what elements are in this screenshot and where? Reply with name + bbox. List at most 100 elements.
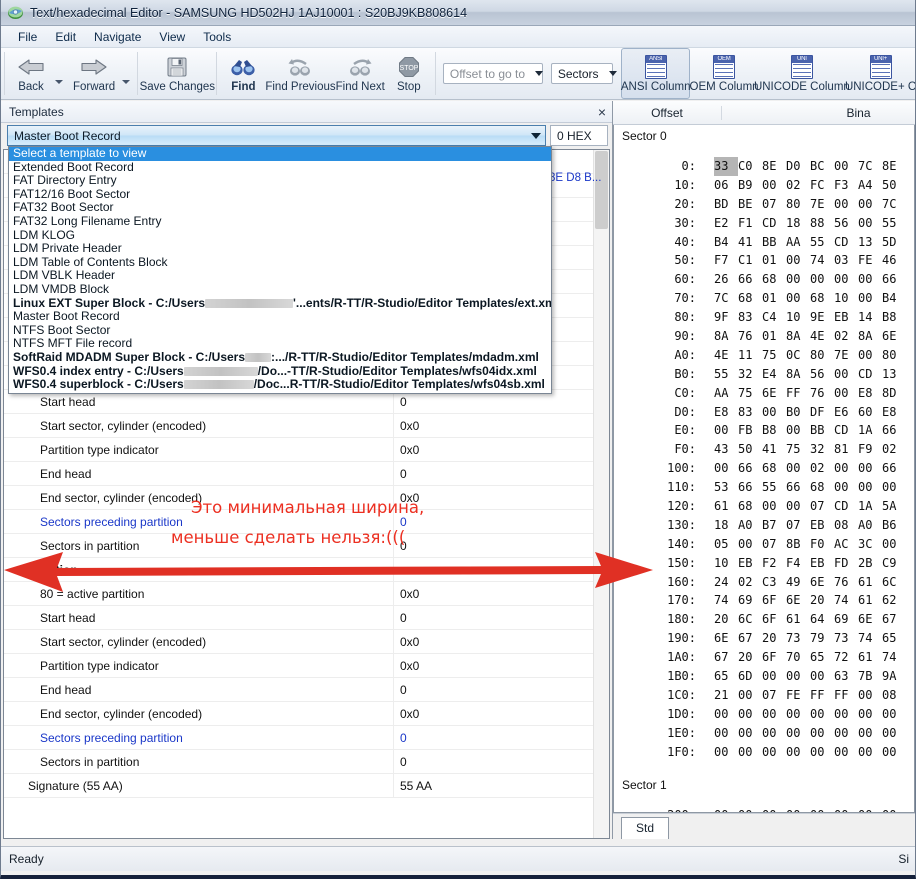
hex-header-binary[interactable]: Bina xyxy=(722,106,915,120)
hex-byte[interactable]: 55 xyxy=(714,365,738,384)
hex-byte[interactable]: 00 xyxy=(714,705,738,724)
hex-byte[interactable]: 68 xyxy=(762,270,786,289)
hex-line[interactable]: 190: 6E 67 20 73 79 73 74 65 xyxy=(614,629,914,648)
table-row[interactable]: 80 = active partition 0x0 xyxy=(4,582,593,606)
hex-byte[interactable]: B4 xyxy=(714,233,738,252)
field-value-cell[interactable]: 0x0 xyxy=(394,419,419,433)
hex-byte[interactable]: 74 xyxy=(834,591,858,610)
hex-byte[interactable]: A0 xyxy=(858,516,882,535)
menu-navigate[interactable]: Navigate xyxy=(85,28,150,46)
hex-byte[interactable]: 79 xyxy=(810,629,834,648)
hex-byte[interactable]: 9A xyxy=(882,667,906,686)
hex-line[interactable]: 170: 74 69 6F 6E 20 74 61 62 xyxy=(614,591,914,610)
dropdown-item[interactable]: FAT Directory Entry xyxy=(9,174,551,188)
hex-byte[interactable]: F1 xyxy=(738,214,762,233)
hex-byte[interactable]: 14 xyxy=(858,308,882,327)
hex-byte[interactable]: 02 xyxy=(834,327,858,346)
hex-byte[interactable]: 1A xyxy=(858,497,882,516)
hex-byte[interactable]: 60 xyxy=(858,403,882,422)
hex-byte[interactable]: 65 xyxy=(882,629,906,648)
field-value-cell[interactable]: 0 xyxy=(394,755,407,769)
hex-byte[interactable]: 81 xyxy=(834,440,858,459)
hex-byte[interactable]: CD xyxy=(834,421,858,440)
hex-byte[interactable]: B0 xyxy=(786,403,810,422)
hex-byte[interactable]: BD xyxy=(714,195,738,214)
hex-byte[interactable]: 66 xyxy=(882,421,906,440)
hex-byte[interactable]: 00 xyxy=(882,806,906,813)
hex-byte[interactable]: 02 xyxy=(810,459,834,478)
dropdown-item[interactable]: LDM Private Header xyxy=(9,242,551,256)
hex-line[interactable]: 40: B4 41 BB AA 55 CD 13 5D xyxy=(614,233,914,252)
hex-byte[interactable]: 00 xyxy=(834,478,858,497)
hex-byte[interactable]: 73 xyxy=(834,629,858,648)
hex-byte[interactable]: 00 xyxy=(858,459,882,478)
offset-hex-field[interactable]: 0 HEX xyxy=(550,125,608,146)
field-value-cell[interactable]: 0x0 xyxy=(394,635,419,649)
hex-line[interactable]: 30: E2 F1 CD 18 88 56 00 55 xyxy=(614,214,914,233)
hex-byte[interactable]: 00 xyxy=(762,176,786,195)
hex-byte[interactable]: 80 xyxy=(882,346,906,365)
hex-byte[interactable]: FE xyxy=(858,251,882,270)
table-row[interactable]: Start head 0 xyxy=(4,606,593,630)
hex-byte[interactable]: E4 xyxy=(762,365,786,384)
hex-byte[interactable]: 3C xyxy=(858,535,882,554)
field-value-cell[interactable]: 0 xyxy=(394,395,407,409)
dropdown-item[interactable]: NTFS MFT File record xyxy=(9,337,551,351)
hex-byte[interactable]: 8A xyxy=(786,365,810,384)
menu-file[interactable]: File xyxy=(9,28,46,46)
hex-byte[interactable]: 00 xyxy=(786,459,810,478)
hex-byte[interactable]: E6 xyxy=(834,403,858,422)
hex-byte[interactable]: 88 xyxy=(810,214,834,233)
close-icon[interactable]: × xyxy=(598,105,606,119)
table-row[interactable]: Start sector, cylinder (encoded) 0x0 xyxy=(4,414,593,438)
table-row[interactable]: End head 0 xyxy=(4,462,593,486)
hex-byte[interactable]: 68 xyxy=(762,459,786,478)
hex-line[interactable]: 160: 24 02 C3 49 6E 76 61 6C xyxy=(614,573,914,592)
hex-byte[interactable]: 26 xyxy=(714,270,738,289)
hex-byte[interactable]: 00 xyxy=(786,497,810,516)
expand-triangle-icon[interactable] xyxy=(15,564,26,575)
hex-line[interactable]: B0: 55 32 E4 8A 56 00 CD 13 xyxy=(614,365,914,384)
table-row[interactable]: Signature (55 AA) 55 AA xyxy=(4,774,593,798)
hex-byte[interactable]: 01 xyxy=(762,289,786,308)
hex-byte[interactable]: 21 xyxy=(714,686,738,705)
hex-byte[interactable]: 68 xyxy=(810,478,834,497)
hex-byte[interactable]: 00 xyxy=(882,705,906,724)
hex-line[interactable]: 130: 18 A0 B7 07 EB 08 A0 B6 xyxy=(614,516,914,535)
hex-byte[interactable]: 9F xyxy=(714,308,738,327)
hex-byte[interactable]: FC xyxy=(810,176,834,195)
table-row[interactable]: End head 0 xyxy=(4,678,593,702)
hex-byte[interactable]: 00 xyxy=(834,743,858,762)
hex-byte[interactable]: 10 xyxy=(786,308,810,327)
hex-byte[interactable]: 66 xyxy=(786,478,810,497)
dropdown-item[interactable]: LDM VMDB Block xyxy=(9,283,551,297)
hex-byte[interactable]: 00 xyxy=(858,724,882,743)
hex-byte[interactable]: 05 xyxy=(714,535,738,554)
back-split-button[interactable]: Back xyxy=(8,48,67,99)
hex-byte[interactable]: 7B xyxy=(858,667,882,686)
field-value-cell[interactable]: 0 xyxy=(394,683,407,697)
hex-byte[interactable]: 6E xyxy=(858,610,882,629)
hex-byte[interactable]: 00 xyxy=(858,346,882,365)
hex-byte[interactable]: 00 xyxy=(858,214,882,233)
hex-byte[interactable]: 61 xyxy=(858,591,882,610)
hex-byte[interactable]: 00 xyxy=(858,705,882,724)
hex-byte[interactable]: F4 xyxy=(786,554,810,573)
hex-byte[interactable]: 00 xyxy=(858,686,882,705)
hex-byte[interactable]: 00 xyxy=(858,743,882,762)
hex-byte[interactable]: 00 xyxy=(738,705,762,724)
hex-byte[interactable]: E8 xyxy=(858,384,882,403)
hex-byte[interactable]: EB xyxy=(810,554,834,573)
hex-byte[interactable]: D0 xyxy=(786,157,810,176)
hex-byte[interactable]: E2 xyxy=(714,214,738,233)
hex-byte[interactable]: 07 xyxy=(810,497,834,516)
hex-byte[interactable]: 56 xyxy=(810,365,834,384)
hex-byte[interactable]: 61 xyxy=(858,648,882,667)
hex-byte[interactable]: 75 xyxy=(786,440,810,459)
hex-byte[interactable]: F0 xyxy=(810,535,834,554)
hex-byte[interactable]: 6D xyxy=(738,667,762,686)
hex-byte[interactable]: 18 xyxy=(786,214,810,233)
hex-byte[interactable]: 55 xyxy=(810,233,834,252)
hex-byte[interactable]: 1A xyxy=(858,421,882,440)
dropdown-item[interactable]: FAT32 Long Filename Entry xyxy=(9,215,551,229)
